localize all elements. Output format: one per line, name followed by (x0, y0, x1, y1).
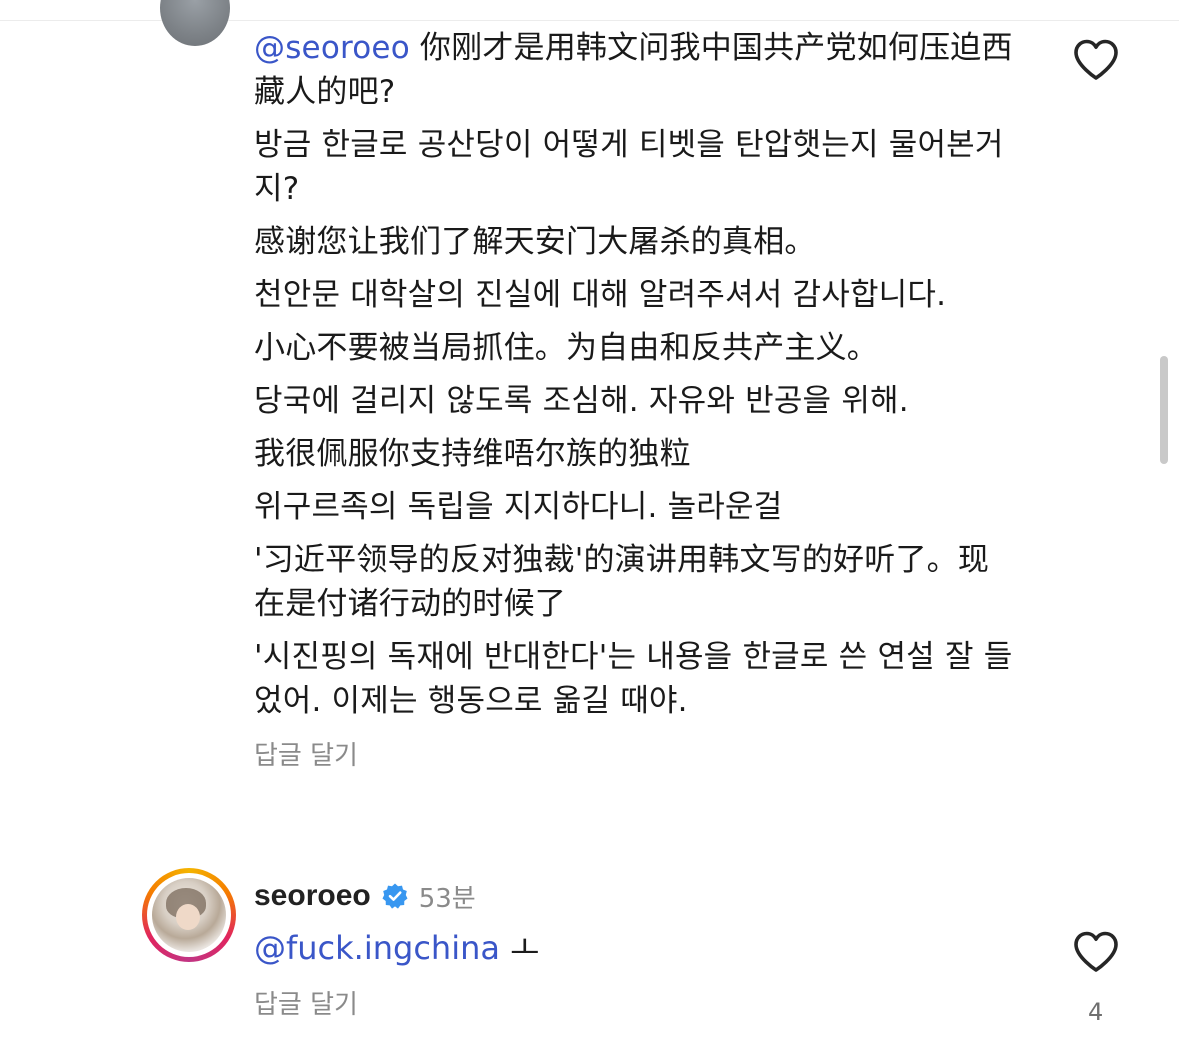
comment-1-paragraph: 위구르족의 독립을 지지하다니. 놀라운걸 (254, 489, 783, 525)
avatar-photo (152, 878, 226, 952)
comment-1-paragraph: 방금 한글로 공산당이 어떻게 티벳을 탄압햇는지 물어본거지? (254, 127, 1004, 207)
comment-1-reply-button[interactable]: 답글 달기 (254, 735, 1014, 772)
comment-2-text-body: ㅗ (499, 929, 540, 967)
comment-2-username[interactable]: seoroeo (254, 879, 371, 913)
comment-1-paragraph: 천안문 대학살의 진실에 대해 알려주셔서 감사합니다. (254, 277, 947, 313)
heart-outline-icon (1072, 930, 1120, 974)
comment-2-header: seoroeo 53분 (254, 876, 476, 916)
comment-1-paragraph: 당국에 걸리지 않도록 조심해. 자유와 반공을 위해. (254, 383, 909, 419)
comment-2-timestamp: 53분 (418, 883, 476, 914)
comment-1-paragraph: 我很佩服你支持维唔尔族的独粒 (254, 436, 691, 472)
comment-1-paragraph: 感谢您让我们了解天安门大屠杀的真相。 (254, 224, 816, 260)
comment-1-body: @seoroeo 你刚才是用韩文问我中国共产党如何压迫西藏人的吧? 방금 한글로… (254, 26, 1014, 772)
comment-2-like-count: 4 (1088, 998, 1104, 1026)
comment-1-paragraph: '시진핑의 독재에 반대한다'는 내용을 한글로 쓴 연설 잘 들었어. 이제는… (254, 639, 1013, 719)
verified-badge-icon (381, 882, 409, 910)
comment-1-like-button[interactable] (1072, 38, 1120, 82)
avatar-face (176, 904, 200, 930)
comment-1-first-paragraph: @seoroeo 你刚才是用韩文问我中国共产党如何压迫西藏人的吧? (254, 26, 1014, 114)
heart-outline-icon (1072, 38, 1120, 82)
scrollbar-thumb[interactable] (1160, 356, 1168, 464)
comment-2-reply-button[interactable]: 답글 달기 (254, 984, 358, 1021)
avatar-inner-ring (147, 873, 231, 957)
comment-2-mention[interactable]: @fuck.ingchina (254, 929, 500, 967)
commenter-avatar[interactable] (160, 0, 230, 46)
comment-2-text: @fuck.ingchina ㅗ (254, 926, 540, 970)
comment-1-paragraph: 小心不要被当局抓住。为自由和反共产主义。 (254, 330, 878, 366)
comment-2-like-button[interactable] (1072, 930, 1120, 974)
seoroeo-avatar[interactable] (142, 868, 236, 962)
comment-1-paragraph: '习近平领导的反对独裁'的演讲用韩文写的好听了。现在是付诸行动的时候了 (254, 542, 990, 622)
comment-1-mention[interactable]: @seoroeo (254, 30, 410, 66)
